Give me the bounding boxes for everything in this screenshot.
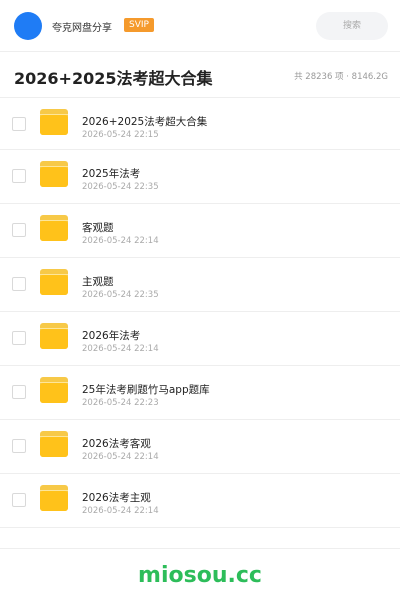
folder-icon — [40, 323, 68, 349]
item-date: 2026-05-24 22:14 — [82, 236, 159, 246]
select-checkbox[interactable] — [12, 117, 26, 131]
site-logo[interactable]: miosou.cc — [0, 563, 400, 588]
search-button[interactable]: 搜索 — [316, 12, 388, 40]
item-name: 客观题 — [82, 222, 114, 234]
folder-icon — [40, 377, 68, 403]
item-count-stats: 共 28236 项 · 8146.2G — [294, 72, 388, 82]
item-name: 2026法考主观 — [82, 492, 151, 504]
svip-badge: SVIP — [124, 18, 154, 32]
title-bar: 2026+2025法考超大合集 共 28236 项 · 8146.2G — [0, 52, 400, 98]
select-checkbox[interactable] — [12, 439, 26, 453]
item-date: 2026-05-24 22:14 — [82, 452, 159, 462]
folder-icon — [40, 431, 68, 457]
item-date: 2026-05-24 22:35 — [82, 290, 159, 300]
select-checkbox[interactable] — [12, 385, 26, 399]
select-checkbox[interactable] — [12, 169, 26, 183]
list-item[interactable]: 2025年法考 2026-05-24 22:35 — [0, 150, 400, 204]
item-name: 2026+2025法考超大合集 — [82, 116, 208, 128]
select-checkbox[interactable] — [12, 223, 26, 237]
item-date: 2026-05-24 22:15 — [82, 130, 159, 140]
folder-icon — [40, 485, 68, 511]
list-item[interactable]: 2026法考客观 2026-05-24 22:14 — [0, 420, 400, 474]
select-checkbox[interactable] — [12, 493, 26, 507]
list-item[interactable]: 2026+2025法考超大合集 2026-05-24 22:15 — [0, 98, 400, 150]
file-list: 2026+2025法考超大合集 2026-05-24 22:15 2025年法考… — [0, 98, 400, 528]
list-item[interactable]: 2026法考主观 2026-05-24 22:14 — [0, 474, 400, 528]
user-name: 夸克网盘分享 — [52, 23, 112, 34]
item-name: 2026法考客观 — [82, 438, 151, 450]
list-item[interactable]: 2026年法考 2026-05-24 22:14 — [0, 312, 400, 366]
item-date: 2026-05-24 22:35 — [82, 182, 159, 192]
list-item[interactable]: 主观题 2026-05-24 22:35 — [0, 258, 400, 312]
folder-icon — [40, 269, 68, 295]
item-name: 25年法考刷题竹马app题库 — [82, 384, 210, 396]
item-date: 2026-05-24 22:23 — [82, 398, 159, 408]
folder-icon — [40, 161, 68, 187]
page-title: 2026+2025法考超大合集 — [14, 69, 213, 88]
item-date: 2026-05-24 22:14 — [82, 344, 159, 354]
list-item[interactable]: 客观题 2026-05-24 22:14 — [0, 204, 400, 258]
avatar[interactable] — [14, 12, 42, 40]
top-header: 夸克网盘分享 SVIP 搜索 — [0, 0, 400, 52]
folder-icon — [40, 109, 68, 135]
list-item[interactable]: 25年法考刷题竹马app题库 2026-05-24 22:23 — [0, 366, 400, 420]
item-name: 主观题 — [82, 276, 114, 288]
select-checkbox[interactable] — [12, 277, 26, 291]
footer-divider — [0, 548, 400, 549]
select-checkbox[interactable] — [12, 331, 26, 345]
item-name: 2026年法考 — [82, 330, 141, 342]
folder-icon — [40, 215, 68, 241]
item-name: 2025年法考 — [82, 168, 141, 180]
item-date: 2026-05-24 22:14 — [82, 506, 159, 516]
